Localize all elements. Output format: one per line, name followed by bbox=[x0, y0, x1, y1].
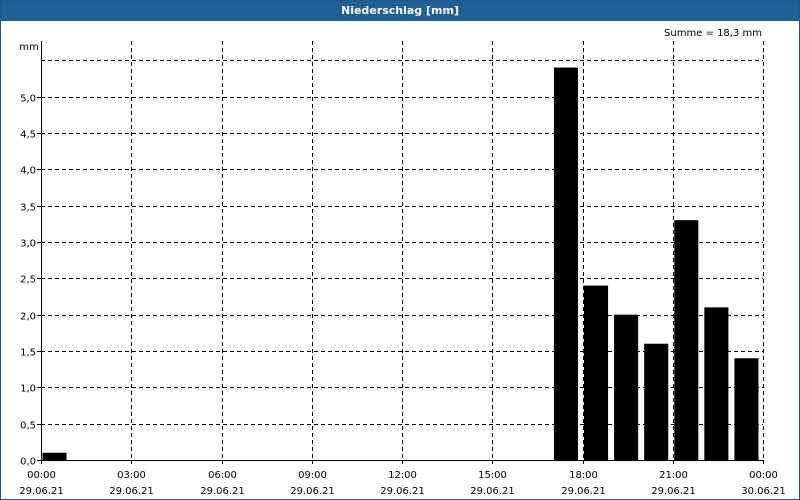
bar bbox=[674, 220, 699, 460]
x-tick-date-label: 29.06.21 bbox=[109, 486, 154, 497]
bar bbox=[614, 314, 639, 460]
bar bbox=[553, 67, 578, 461]
y-tick-label: 3,5 bbox=[20, 203, 36, 214]
x-tick-time-label: 00:00 bbox=[749, 470, 778, 481]
x-tick-time-label: 00:00 bbox=[27, 470, 56, 481]
y-tick-label: 1,5 bbox=[20, 348, 36, 359]
bar bbox=[644, 343, 669, 460]
x-tick-date-label: 29.06.21 bbox=[200, 486, 245, 497]
x-tick-date-label: 29.06.21 bbox=[290, 486, 335, 497]
x-tick-date-label: 30.06.21 bbox=[741, 486, 786, 497]
x-tick-time-label: 18:00 bbox=[569, 470, 598, 481]
bar bbox=[704, 307, 729, 460]
y-tick-label: 0,5 bbox=[20, 421, 36, 432]
bar bbox=[734, 358, 759, 460]
x-tick-date-label: 29.06.21 bbox=[561, 486, 606, 497]
y-tick-label: 2,5 bbox=[20, 275, 36, 286]
x-tick-time-label: 09:00 bbox=[298, 470, 327, 481]
precipitation-chart: Summe = 18,3 mm mm 0,0 0,5 1,0 1,5 2,0 2,5 3,0… bbox=[19, 28, 786, 497]
x-tick-time-label: 06:00 bbox=[208, 470, 237, 481]
x-tick-time-label: 21:00 bbox=[659, 470, 688, 481]
sum-label: Summe = 18,3 mm bbox=[664, 28, 762, 39]
x-tick-date-label: 29.06.21 bbox=[470, 486, 515, 497]
x-tick-date-label: 29.06.21 bbox=[651, 486, 696, 497]
x-tick-time-label: 15:00 bbox=[478, 470, 507, 481]
x-tick-time-label: 12:00 bbox=[388, 470, 417, 481]
x-tick-time-label: 03:00 bbox=[117, 470, 146, 481]
bars bbox=[42, 67, 759, 461]
y-tick-label: 1,0 bbox=[20, 384, 36, 395]
bar bbox=[42, 452, 67, 460]
y-axis-unit-label: mm bbox=[19, 42, 38, 53]
y-tick-label: 4,5 bbox=[20, 130, 36, 141]
bar bbox=[584, 285, 609, 460]
y-tick-label: 0,0 bbox=[20, 457, 36, 468]
y-tick-label: 2,0 bbox=[20, 312, 36, 323]
y-tick-label: 5,0 bbox=[20, 94, 36, 105]
y-tick-label: 3,0 bbox=[20, 239, 36, 250]
y-tick-label: 4,0 bbox=[20, 166, 36, 177]
x-tick-date-label: 29.06.21 bbox=[380, 486, 425, 497]
x-tick-date-label: 29.06.21 bbox=[19, 486, 64, 497]
